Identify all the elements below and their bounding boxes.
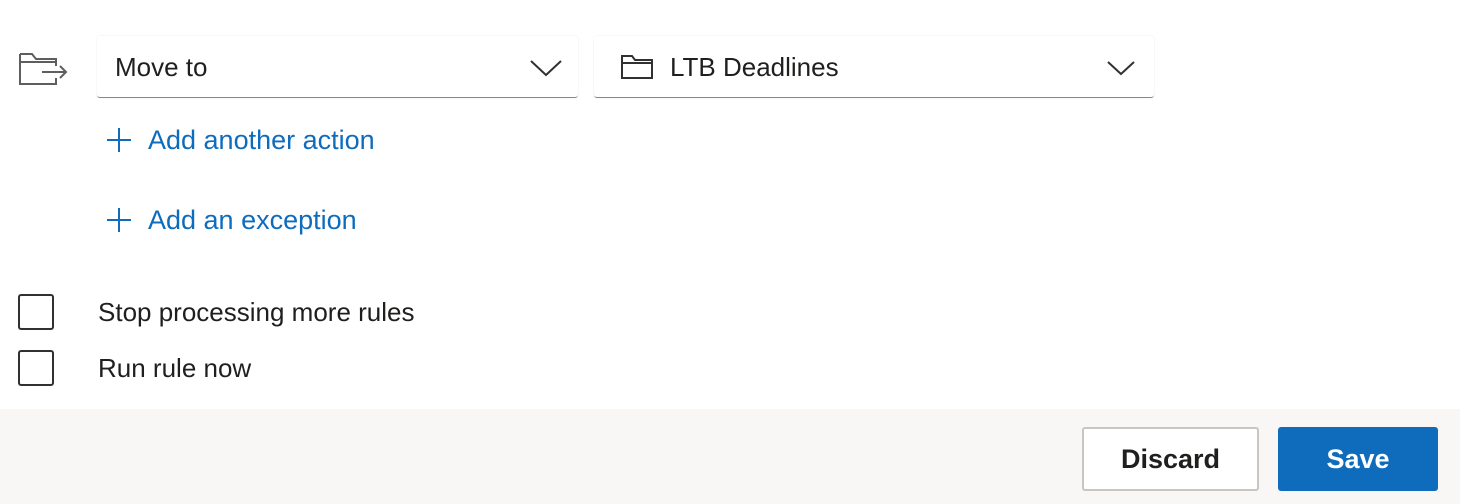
folder-icon xyxy=(621,55,653,79)
rule-editor: Move to LTB Deadlines Add another action xyxy=(0,0,1460,504)
action-dropdown-value: Move to xyxy=(115,52,208,82)
footer-bar: Discard Save xyxy=(0,409,1460,504)
save-button[interactable]: Save xyxy=(1278,427,1438,491)
run-rule-now-label: Run rule now xyxy=(98,352,252,383)
discard-button[interactable]: Discard xyxy=(1082,427,1259,491)
chevron-down-icon xyxy=(1107,61,1135,76)
stop-processing-option[interactable]: Stop processing more rules xyxy=(18,292,414,332)
chevron-down-icon xyxy=(530,60,562,77)
add-another-action-link[interactable]: Add another action xyxy=(104,120,375,160)
rule-actions-panel: Move to LTB Deadlines Add another action xyxy=(0,0,1460,409)
action-dropdown[interactable]: Move to xyxy=(97,36,578,98)
plus-icon xyxy=(107,208,131,232)
add-exception-label: Add an exception xyxy=(148,204,357,235)
add-another-action-label: Add another action xyxy=(148,124,375,155)
add-exception-link[interactable]: Add an exception xyxy=(104,200,357,240)
stop-processing-checkbox[interactable] xyxy=(18,294,54,330)
run-rule-now-checkbox[interactable] xyxy=(18,350,54,386)
run-rule-now-option[interactable]: Run rule now xyxy=(18,348,251,388)
stop-processing-label: Stop processing more rules xyxy=(98,296,415,327)
folder-dropdown-value: LTB Deadlines xyxy=(670,52,839,82)
plus-icon xyxy=(107,128,131,152)
move-to-folder-icon xyxy=(19,53,68,85)
folder-dropdown[interactable]: LTB Deadlines xyxy=(594,36,1154,98)
